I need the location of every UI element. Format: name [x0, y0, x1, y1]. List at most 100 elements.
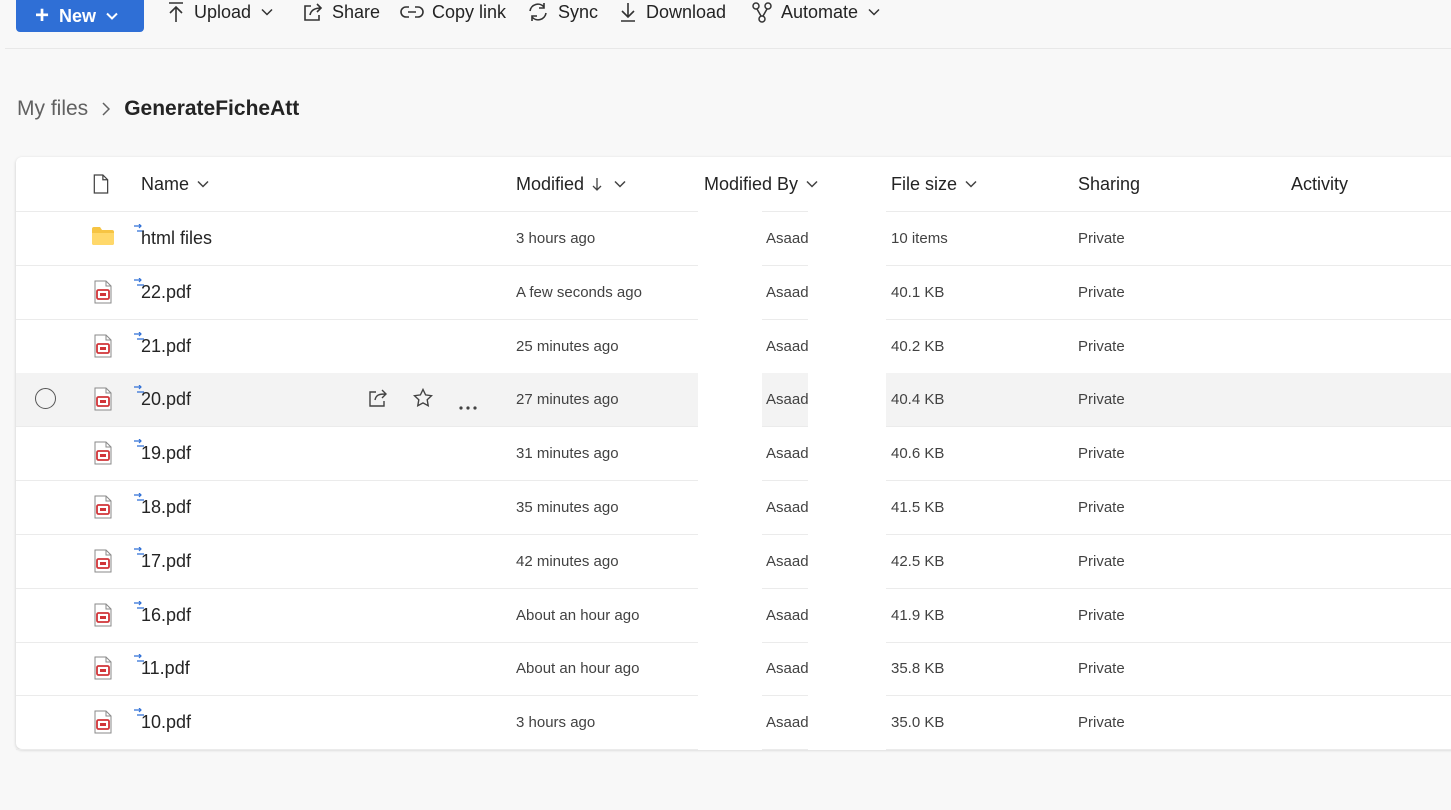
file-name-link[interactable]: html files: [141, 212, 212, 265]
modified-by-cell[interactable]: Asaad: [766, 320, 809, 373]
column-header-modified-by[interactable]: Modified By: [704, 157, 818, 211]
modified-by-cell[interactable]: Asaad: [766, 589, 809, 642]
file-row[interactable]: 18.pdf 35 minutes ago Asaad 41.5 KB Private: [16, 480, 1451, 535]
upload-button[interactable]: Upload: [166, 0, 281, 24]
chevron-down-icon: [197, 180, 209, 188]
share-button[interactable]: Share: [302, 0, 380, 24]
file-name-link[interactable]: 10.pdf: [141, 696, 191, 749]
pdf-file-icon: [93, 280, 113, 309]
file-name-link[interactable]: 20.pdf: [141, 373, 191, 426]
modified-cell: About an hour ago: [516, 606, 640, 624]
file-row[interactable]: 22.pdf A few seconds ago Asaad 40.1 KB Priva…: [16, 264, 1451, 320]
column-gap: [698, 533, 762, 589]
file-size-cell: 35.0 KB: [891, 714, 945, 732]
sharing-cell[interactable]: Private: [1078, 320, 1125, 373]
more-options-icon[interactable]: [459, 397, 477, 415]
sharing-cell[interactable]: Private: [1078, 535, 1125, 588]
column-modified-label: Modified: [516, 173, 585, 194]
file-name-link[interactable]: 16.pdf: [141, 589, 191, 642]
download-label: Download: [646, 1, 727, 22]
modified-by-cell[interactable]: Asaad: [766, 427, 809, 480]
file-name-link[interactable]: 18.pdf: [141, 481, 191, 534]
sharing-cell[interactable]: Private: [1078, 481, 1125, 534]
pdf-file-icon: [93, 334, 113, 363]
breadcrumb-my-files[interactable]: My files: [17, 97, 88, 121]
pdf-file-icon: [93, 549, 113, 578]
file-row[interactable]: 19.pdf 31 minutes ago Asaad 40.6 KB Private: [16, 426, 1451, 482]
sharing-cell[interactable]: Private: [1078, 427, 1125, 480]
column-gap: [808, 372, 886, 428]
column-gap: [808, 426, 886, 482]
column-gap: [698, 211, 762, 266]
automate-button[interactable]: Automate: [751, 0, 888, 24]
file-row[interactable]: 11.pdf About an hour ago Asaad 35.8 KB Priva…: [16, 641, 1451, 697]
column-header-modified[interactable]: Modified: [516, 157, 626, 211]
file-row[interactable]: 17.pdf 42 minutes ago Asaad 42.5 KB Private: [16, 533, 1451, 589]
share-icon: [304, 3, 323, 21]
pdf-file-icon: [93, 441, 113, 470]
download-button[interactable]: Download: [618, 0, 726, 24]
chevron-down-icon: [965, 180, 977, 188]
modified-cell: 27 minutes ago: [516, 391, 619, 409]
sharing-cell[interactable]: Private: [1078, 373, 1125, 426]
new-button[interactable]: + New: [16, 0, 144, 32]
download-icon: [621, 3, 635, 22]
file-row[interactable]: 10.pdf 3 hours ago Asaad 35.0 KB Private: [16, 695, 1451, 751]
file-name-link[interactable]: 19.pdf: [141, 427, 191, 480]
file-size-cell: 41.9 KB: [891, 606, 945, 624]
column-gap: [808, 211, 886, 266]
modified-by-cell[interactable]: Asaad: [766, 481, 809, 534]
sync-button[interactable]: Sync: [526, 0, 598, 24]
copy-link-button[interactable]: Copy link: [400, 0, 506, 24]
modified-by-cell[interactable]: Asaad: [766, 373, 809, 426]
sharing-cell[interactable]: Private: [1078, 266, 1125, 319]
chevron-down-icon: [868, 8, 880, 16]
file-name-link[interactable]: 17.pdf: [141, 535, 191, 588]
modified-cell: 3 hours ago: [516, 714, 596, 732]
chevron-down-icon: [261, 8, 273, 16]
column-header-sharing[interactable]: Sharing: [1078, 157, 1140, 211]
column-gap: [808, 695, 886, 751]
column-gap: [698, 695, 762, 751]
column-gap: [698, 372, 762, 428]
pdf-file-icon: [93, 710, 113, 739]
column-gap: [698, 641, 762, 697]
column-header-file-size[interactable]: File size: [891, 157, 977, 211]
modified-by-cell[interactable]: Asaad: [766, 266, 809, 319]
file-name-link[interactable]: 21.pdf: [141, 320, 191, 373]
modified-by-cell[interactable]: Asaad: [766, 696, 809, 749]
sharing-cell[interactable]: Private: [1078, 589, 1125, 642]
share-label: Share: [332, 1, 381, 22]
column-file-size-label: File size: [891, 173, 958, 194]
modified-cell: 3 hours ago: [516, 230, 596, 247]
file-list-header: Name Modified Modified By File size Shar…: [16, 157, 1451, 212]
file-size-cell: 42.5 KB: [891, 552, 945, 570]
file-row[interactable]: html files 3 hours ago Asaad 10 items Privat…: [16, 211, 1451, 266]
new-button-label: New: [59, 5, 97, 26]
column-header-activity[interactable]: Activity: [1291, 157, 1348, 211]
column-modified-by-label: Modified By: [704, 173, 799, 194]
sharing-cell[interactable]: Private: [1078, 642, 1125, 695]
upload-label: Upload: [194, 1, 252, 22]
file-name-link[interactable]: 11.pdf: [141, 642, 190, 695]
modified-cell: 25 minutes ago: [516, 337, 619, 355]
column-gap: [698, 480, 762, 535]
file-name-link[interactable]: 22.pdf: [141, 266, 191, 319]
sort-descending-icon: [592, 178, 602, 191]
file-row[interactable]: 20.pdf 27 minutes ago Asaad 40.4 KB Private: [16, 372, 1451, 428]
file-row[interactable]: 16.pdf About an hour ago Asaad 41.9 KB Priva…: [16, 587, 1451, 643]
modified-by-cell[interactable]: Asaad: [766, 535, 809, 588]
column-gap: [808, 480, 886, 535]
modified-by-cell[interactable]: Asaad: [766, 642, 809, 695]
sharing-cell[interactable]: Private: [1078, 696, 1125, 749]
chevron-down-icon: [806, 180, 818, 188]
row-share-icon[interactable]: [368, 388, 388, 413]
file-row[interactable]: 21.pdf 25 minutes ago Asaad 40.2 KB Private: [16, 318, 1451, 374]
favorite-star-icon[interactable]: [412, 388, 434, 413]
sharing-cell[interactable]: Private: [1078, 212, 1125, 265]
row-select-checkbox[interactable]: [35, 388, 56, 410]
modified-by-cell[interactable]: Asaad: [766, 212, 809, 265]
column-header-name[interactable]: Name: [141, 157, 209, 211]
file-type-header-icon[interactable]: [92, 174, 109, 194]
column-gap: [698, 318, 762, 374]
